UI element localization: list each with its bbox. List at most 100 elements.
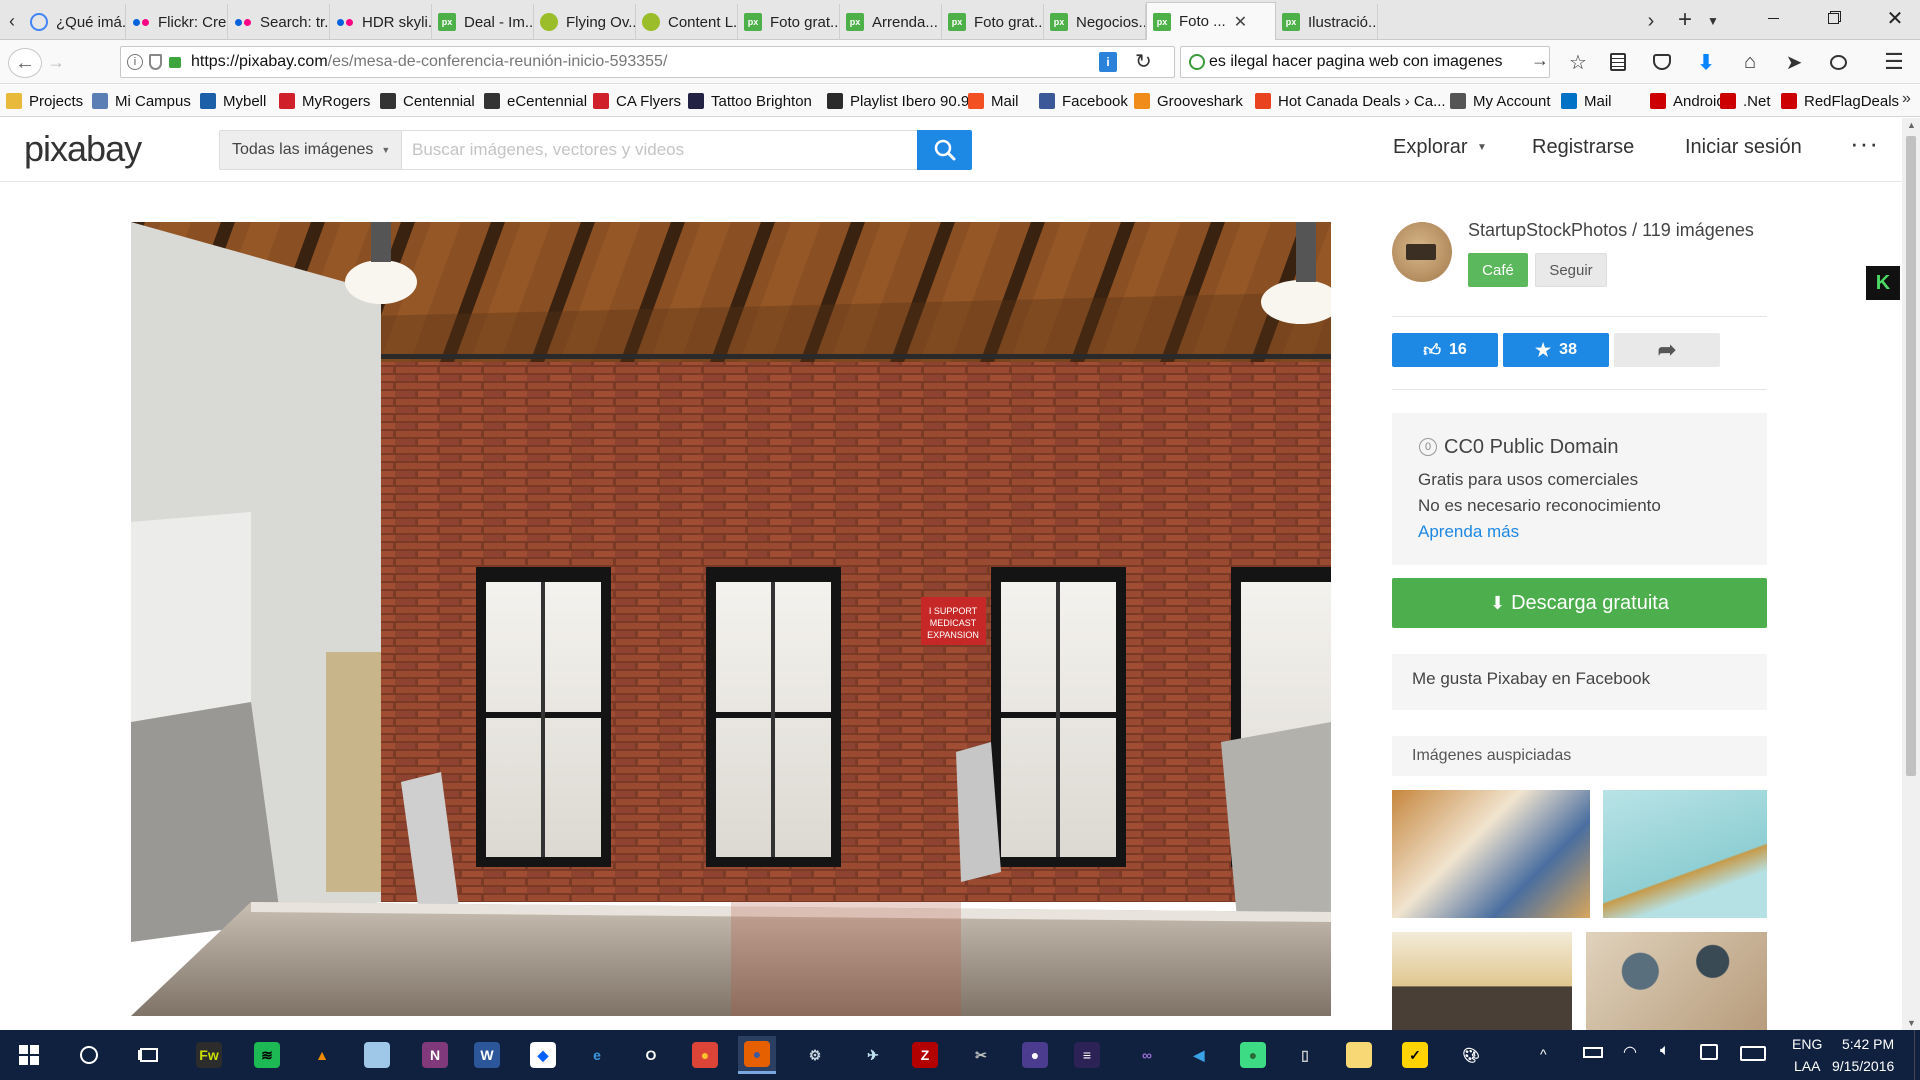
fireworks-icon[interactable]: Fw (190, 1036, 228, 1074)
login-link[interactable]: Iniciar sesión (1685, 136, 1802, 159)
clock-time[interactable]: 5:42 PM (1842, 1036, 1894, 1052)
sponsored-image-2[interactable] (1603, 790, 1767, 918)
scroll-thumb[interactable] (1906, 136, 1916, 776)
main-photo[interactable]: I SUPPORT MEDICAST EXPANSION (131, 222, 1331, 1016)
onenote-icon[interactable]: N (416, 1036, 454, 1074)
pocket-icon[interactable] (1648, 48, 1676, 76)
bookmark-item[interactable]: Hot Canada Deals › Ca... (1255, 90, 1446, 112)
learn-more-link[interactable]: Aprenda más (1418, 522, 1519, 542)
firefox-icon[interactable]: ● (738, 1036, 776, 1074)
eclipse-icon[interactable]: ● (1016, 1036, 1054, 1074)
bookmark-item[interactable]: My Account (1450, 90, 1551, 112)
show-desktop-button[interactable] (1914, 1030, 1920, 1080)
floating-k-icon[interactable]: K (1866, 266, 1900, 300)
bookmark-item[interactable]: Projects (6, 90, 83, 112)
volume-icon[interactable]: 🔈︎ (1660, 1042, 1670, 1060)
browser-tab[interactable]: px Ilustració... (1276, 4, 1378, 40)
dropbox-icon[interactable]: ◆ (524, 1036, 562, 1074)
wifi-icon[interactable]: ◠ (1623, 1042, 1637, 1062)
bookmark-item[interactable]: Playlist Ibero 90.9 (827, 90, 969, 112)
page-scrollbar[interactable]: ▲ ▼ (1902, 118, 1920, 1030)
reading-list-icon[interactable] (1604, 48, 1632, 76)
register-link[interactable]: Registrarse (1532, 136, 1634, 159)
image-search-input[interactable]: Buscar imágenes, vectores y videos (401, 130, 918, 170)
close-window-button[interactable]: ✕ (1872, 2, 1918, 34)
visual-studio-icon[interactable]: ∞ (1128, 1036, 1166, 1074)
edge-icon[interactable]: e (578, 1036, 616, 1074)
sponsored-image-1[interactable] (1392, 790, 1590, 918)
more-options-icon[interactable]: ··· (1850, 128, 1879, 159)
bookmark-item[interactable]: RedFlagDeals (1781, 90, 1899, 112)
keyboard-icon[interactable] (1740, 1046, 1766, 1061)
bird-app-icon[interactable]: ✈ (854, 1036, 892, 1074)
task-view-icon[interactable] (130, 1036, 168, 1074)
search-go-icon[interactable]: → (1531, 50, 1549, 71)
category-select[interactable]: Todas las imágenes ▼ (219, 130, 401, 170)
browser-tab[interactable]: Flickr: Cre... (126, 4, 228, 40)
browser-tab[interactable]: px Negocios... (1044, 4, 1146, 40)
scroll-down-icon[interactable]: ▼ (1907, 1018, 1916, 1028)
web-search-box[interactable]: es ilegal hacer pagina web con imagenes … (1180, 46, 1550, 78)
opera-icon[interactable]: O (632, 1036, 670, 1074)
like-button[interactable]: 👍︎ 16 (1392, 333, 1498, 367)
norton-icon[interactable]: ✓ (1396, 1036, 1434, 1074)
tracking-shield-icon[interactable] (149, 54, 162, 70)
browser-tab[interactable]: Search: tr... (228, 4, 330, 40)
word-icon[interactable]: W (468, 1036, 506, 1074)
favorite-button[interactable]: ★ 38 (1503, 333, 1609, 367)
bookmark-item[interactable]: Android (1650, 90, 1725, 112)
tray-overflow-icon[interactable]: ^ (1540, 1046, 1547, 1062)
bookmark-item[interactable]: eCentennial (484, 90, 587, 112)
language-indicator[interactable]: ENG (1792, 1036, 1822, 1052)
file-explorer-icon[interactable] (1340, 1036, 1378, 1074)
explore-menu[interactable]: Explorar ▼ (1393, 136, 1487, 159)
tab-list-button[interactable]: ▼ (1702, 6, 1724, 36)
tabs-scroll-left-button[interactable]: ‹ (2, 6, 22, 36)
keyboard-layout[interactable]: LAA (1794, 1058, 1820, 1074)
home-icon[interactable]: ⌂ (1736, 48, 1764, 76)
author-link[interactable]: StartupStockPhotos / 119 imágenes (1468, 220, 1754, 241)
url-bar[interactable]: i https://pixabay.com/es/mesa-de-confere… (120, 46, 1175, 78)
phone-app-icon[interactable]: ▯ (1286, 1036, 1324, 1074)
bookmark-item[interactable]: MyRogers (279, 90, 370, 112)
browser-tab[interactable]: px Deal - Im... (432, 4, 534, 40)
bookmark-item[interactable]: Mi Campus (92, 90, 191, 112)
action-center-icon[interactable] (1700, 1044, 1718, 1060)
notepad-icon[interactable] (358, 1036, 396, 1074)
bookmark-item[interactable]: Tattoo Brighton (688, 90, 812, 112)
bookmark-item[interactable]: Mail (968, 90, 1019, 112)
reader-view-icon[interactable]: i (1099, 52, 1117, 72)
browser-tab[interactable]: HDR skyli... (330, 4, 432, 40)
filezilla-icon[interactable]: Z (906, 1036, 944, 1074)
bookmark-item[interactable]: .Net (1720, 90, 1771, 112)
download-arrow-icon[interactable]: ⬇ (1692, 48, 1720, 76)
eclipse-ide-icon[interactable]: ≡ (1068, 1036, 1106, 1074)
menu-icon[interactable]: ☰ (1880, 48, 1908, 76)
back-button[interactable]: ← (8, 48, 42, 78)
maximize-button[interactable] (1810, 2, 1856, 34)
free-download-button[interactable]: ⬇ Descarga gratuita (1392, 578, 1767, 628)
bookmark-item[interactable]: Centennial (380, 90, 475, 112)
search-button[interactable] (917, 130, 972, 170)
pixabay-logo[interactable]: pixabay (24, 128, 142, 170)
bookmark-star-icon[interactable]: ☆ (1564, 48, 1592, 76)
browser-tab[interactable]: px Foto grat... (942, 4, 1044, 40)
share-button[interactable]: ➦ (1614, 333, 1720, 367)
reload-icon[interactable]: ↻ (1135, 49, 1152, 74)
minimize-button[interactable] (1750, 2, 1796, 34)
browser-tab[interactable]: Content L... (636, 4, 738, 40)
bookmark-item[interactable]: Facebook (1039, 90, 1128, 112)
bookmark-item[interactable]: CA Flyers (593, 90, 681, 112)
tabs-scroll-right-button[interactable]: › (1640, 6, 1662, 36)
vlc-icon[interactable]: ▲ (303, 1036, 341, 1074)
sponsored-image-3[interactable] (1392, 932, 1572, 1030)
browser-tab[interactable]: Flying Ov... (534, 4, 636, 40)
forward-button[interactable]: → (46, 48, 66, 76)
battery-icon[interactable] (1583, 1047, 1603, 1058)
close-tab-icon[interactable]: ✕ (1234, 12, 1247, 32)
send-icon[interactable]: ➤ (1780, 48, 1808, 76)
browser-tab[interactable]: ¿Qué imá... (24, 4, 126, 40)
android-studio-icon[interactable]: ● (1234, 1036, 1272, 1074)
site-info-icon[interactable]: i (127, 54, 143, 70)
author-avatar[interactable] (1392, 222, 1452, 282)
